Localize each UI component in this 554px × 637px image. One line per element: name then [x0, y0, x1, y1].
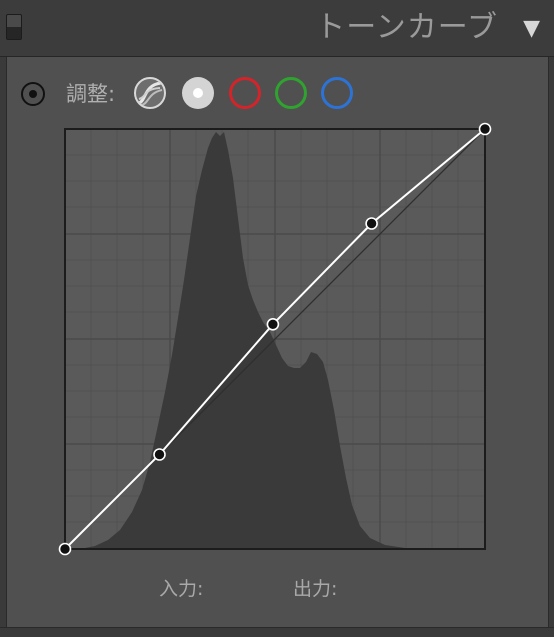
output-readout-label: 出力: — [293, 578, 338, 600]
curve-control-point[interactable] — [153, 448, 166, 461]
tone-curve-graph[interactable] — [0, 0, 554, 636]
input-readout-label: 入力: — [159, 578, 204, 600]
curve-control-point[interactable] — [266, 317, 280, 331]
curve-control-point[interactable] — [365, 217, 378, 230]
curve-control-point[interactable] — [58, 542, 72, 556]
curve-control-point[interactable] — [478, 122, 492, 136]
